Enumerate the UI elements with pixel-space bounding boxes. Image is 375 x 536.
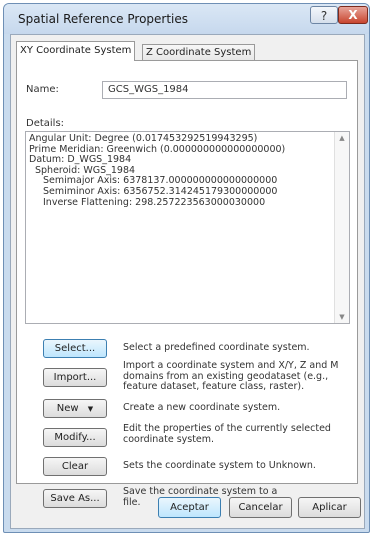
details-line: Angular Unit: Degree (0.0174532925199432… <box>29 133 258 144</box>
import-button[interactable]: Import... <box>43 368 107 387</box>
tab-panel: Name: GCS_WGS_1984 Details: Angular Unit… <box>16 60 358 508</box>
dialog-title: Spatial Reference Properties <box>18 12 189 26</box>
select-button[interactable]: Select... <box>43 339 107 358</box>
help-button[interactable]: ? <box>310 6 338 24</box>
select-description: Select a predefined coordinate system. <box>123 342 310 353</box>
dialog-client: XY Coordinate System Z Coordinate System… <box>10 34 365 529</box>
details-scrollbar[interactable]: ▲ ▼ <box>334 132 349 323</box>
new-button[interactable]: New ▼ <box>43 399 107 418</box>
tab-xy-coordinate-system[interactable]: XY Coordinate System <box>16 41 136 61</box>
modify-button[interactable]: Modify... <box>43 428 107 447</box>
new-button-label: New <box>56 403 79 414</box>
title-bar[interactable]: Spatial Reference Properties ? X <box>4 4 369 34</box>
scroll-up-icon[interactable]: ▲ <box>335 134 349 142</box>
new-description: Create a new coordinate system. <box>123 402 281 413</box>
details-box[interactable]: Angular Unit: Degree (0.0174532925199432… <box>25 131 350 324</box>
dialog-window: Spatial Reference Properties ? X XY Coor… <box>3 3 370 533</box>
details-line: Semiminor Axis: 6356752.3142451793000000… <box>43 185 278 197</box>
clear-button[interactable]: Clear <box>43 457 107 476</box>
apply-button[interactable]: Aplicar <box>298 497 361 518</box>
name-field[interactable]: GCS_WGS_1984 <box>102 81 347 99</box>
details-label: Details: <box>26 118 65 129</box>
save-as-button[interactable]: Save As... <box>43 489 107 508</box>
dropdown-arrow-icon: ▼ <box>87 405 94 413</box>
clear-description: Sets the coordinate system to Unknown. <box>123 460 316 471</box>
ok-button[interactable]: Aceptar <box>158 497 221 518</box>
close-button[interactable]: X <box>338 6 368 24</box>
modify-description: Edit the properties of the currently sel… <box>123 423 331 445</box>
details-text: Angular Unit: Degree (0.0174532925199432… <box>29 133 285 208</box>
import-description: Import a coordinate system and X/Y, Z an… <box>123 360 339 393</box>
name-label: Name: <box>26 84 59 95</box>
details-line: Inverse Flattening: 298.2572235630000300… <box>43 196 266 208</box>
tab-z-coordinate-system[interactable]: Z Coordinate System <box>142 44 256 61</box>
scroll-down-icon[interactable]: ▼ <box>335 313 349 321</box>
cancel-button[interactable]: Cancelar <box>229 497 292 518</box>
